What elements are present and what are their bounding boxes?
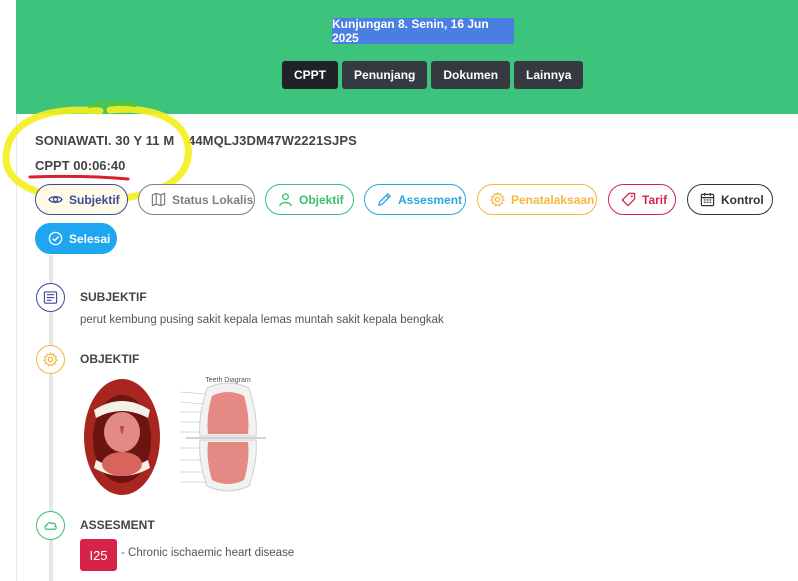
tab-lainnya[interactable]: Lainnya bbox=[514, 61, 584, 89]
check-circle-icon bbox=[48, 231, 63, 246]
visit-header: Kunjungan 8. Senin, 16 Jun 2025 CPPT Pen… bbox=[16, 0, 798, 114]
tab-dokumen[interactable]: Dokumen bbox=[431, 61, 511, 89]
tarif-label: Tarif bbox=[642, 192, 668, 207]
kontrol-button[interactable]: Kontrol bbox=[687, 184, 773, 215]
patient-name: SONIAWATI. 30 Y 11 M bbox=[35, 133, 175, 148]
mouth-teeth-illustration: Teeth Diagram bbox=[84, 377, 266, 495]
eye-icon bbox=[48, 196, 63, 203]
objektif-button[interactable]: Objektif bbox=[265, 184, 354, 215]
tag-icon bbox=[621, 192, 636, 207]
assesment-timeline-icon bbox=[36, 511, 65, 540]
objektif-label: Objektif bbox=[299, 192, 344, 207]
selesai-label: Selesai bbox=[69, 231, 111, 246]
calendar-icon bbox=[700, 192, 715, 207]
objektif-title: OBJEKTIF bbox=[80, 352, 140, 366]
cloud-icon bbox=[44, 522, 57, 530]
tab-penunjang[interactable]: Penunjang bbox=[342, 61, 428, 89]
cppt-timer: CPPT 00:06:40 bbox=[35, 158, 126, 173]
kontrol-label: Kontrol bbox=[721, 192, 764, 207]
status-lokalis-label: Status Lokalis bbox=[172, 192, 254, 207]
patient-record-id: 44MQLJ3DM47W2221SJPS bbox=[188, 133, 357, 148]
gear-icon bbox=[490, 192, 505, 207]
left-border bbox=[16, 114, 17, 581]
tarif-button[interactable]: Tarif bbox=[608, 184, 676, 215]
subjektif-button[interactable]: Subjektif bbox=[35, 184, 128, 215]
status-lokalis-button[interactable]: Status Lokalis bbox=[138, 184, 255, 215]
gear-icon bbox=[43, 352, 58, 367]
map-icon bbox=[151, 192, 166, 207]
header-tabs: CPPT Penunjang Dokumen Lainnya bbox=[282, 61, 584, 89]
pencil-icon bbox=[377, 192, 392, 207]
selesai-button[interactable]: Selesai bbox=[35, 223, 117, 254]
subjektif-text: perut kembung pusing sakit kepala lemas … bbox=[80, 314, 444, 326]
assesment-label: Assesment bbox=[398, 192, 463, 207]
user-icon bbox=[279, 193, 292, 207]
patient-info: SONIAWATI. 30 Y 11 M 44MQLJ3DM47W2221SJP… bbox=[35, 133, 357, 148]
list-icon bbox=[43, 291, 58, 304]
teeth-diagram-image: Teeth Diagram bbox=[80, 376, 272, 498]
subjektif-title: SUBJEKTIF bbox=[80, 290, 147, 304]
subjektif-label: Subjektif bbox=[69, 192, 120, 207]
assesment-button[interactable]: Assesment bbox=[364, 184, 466, 215]
visit-badge[interactable]: Kunjungan 8. Senin, 16 Jun 2025 bbox=[332, 17, 514, 45]
assesment-title: ASSESMENT bbox=[80, 518, 155, 532]
penatalaksaan-button[interactable]: Penatalaksaan bbox=[477, 184, 597, 215]
objektif-timeline-icon bbox=[36, 345, 65, 374]
subjektif-timeline-icon bbox=[36, 283, 65, 312]
icd-description: - Chronic ischaemic heart disease bbox=[121, 547, 295, 559]
penatalaksaan-label: Penatalaksaan bbox=[511, 192, 595, 207]
icd-code-badge: I25 bbox=[80, 539, 117, 571]
tab-cppt[interactable]: CPPT bbox=[282, 61, 339, 89]
